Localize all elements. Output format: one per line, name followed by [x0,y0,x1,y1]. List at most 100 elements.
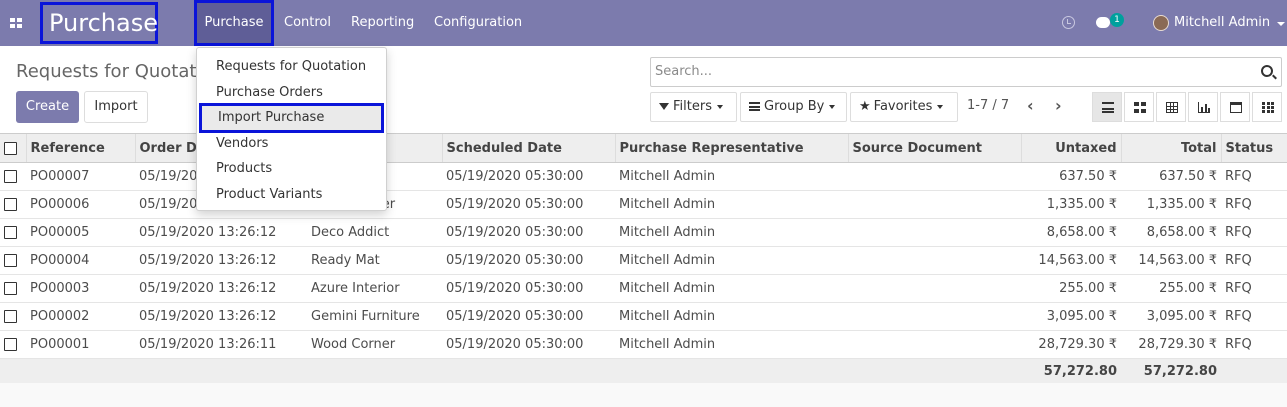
groupby-button[interactable]: Group By [740,92,847,122]
activity-view-button[interactable] [1252,92,1282,122]
col-header-scheduled-date[interactable]: Scheduled Date [441,133,615,163]
avatar[interactable] [1153,15,1169,31]
dropdown-item-import-purchase[interactable]: Import Purchase [199,103,384,133]
cell-order-date: 05/19/2020 13:26:12 [135,274,307,303]
row-checkbox[interactable] [4,310,17,323]
row-checkbox[interactable] [4,338,17,351]
filters-button[interactable]: Filters [650,92,737,122]
cell-source-document [848,162,1021,191]
cell-order-date: 05/19/2020 13:26:12 [135,218,307,247]
cell-source-document [848,246,1021,275]
dropdown-item-rfq[interactable]: Requests for Quotation [197,55,386,79]
cell-representative: Mitchell Admin [615,190,848,219]
row-checkbox[interactable] [4,198,17,211]
table-row[interactable]: PO00005 05/19/2020 13:26:12 Deco Addict 05/… [0,218,1287,247]
row-checkbox[interactable] [4,170,17,183]
pager-value[interactable]: 1-7 / 7 [967,98,1009,113]
list-icon [1102,102,1114,113]
filters-label: Filters [673,99,712,114]
menu-configuration[interactable]: Configuration [434,0,522,46]
cell-status: RFQ [1221,190,1287,219]
rfq-list-table: Reference Order Date Vendor Scheduled Da… [0,133,1287,385]
funnel-icon [659,103,669,110]
cell-untaxed: 14,563.00 ₹ [1021,246,1121,275]
top-navbar: Purchase Purchase Control Reporting Conf… [0,0,1287,46]
row-select-cell [0,246,26,275]
table-row[interactable]: PO00004 05/19/2020 13:26:12 Ready Mat 05/19… [0,246,1287,275]
import-button[interactable]: Import [84,91,148,123]
dropdown-item-vendors[interactable]: Vendors [197,132,386,156]
list-view-button[interactable] [1092,92,1122,122]
cell-scheduled-date: 05/19/2020 05:30:00 [442,274,615,303]
calendar-view-button[interactable] [1220,92,1250,122]
cell-vendor: Azure Interior [307,274,442,303]
select-all-checkbox[interactable] [4,141,17,155]
cell-untaxed: 3,095.00 ₹ [1021,302,1121,331]
graph-view-button[interactable] [1188,92,1218,122]
kanban-view-button[interactable] [1124,92,1154,122]
dropdown-item-purchase-orders[interactable]: Purchase Orders [197,81,386,105]
activity-clock-icon[interactable] [1062,16,1075,29]
menu-control[interactable]: Control [284,0,331,46]
apps-menu-icon[interactable] [10,18,22,28]
cell-status: RFQ [1221,302,1287,331]
cell-total: 8,658.00 ₹ [1121,218,1221,247]
cell-representative: Mitchell Admin [615,246,848,275]
cell-representative: Mitchell Admin [615,330,848,359]
chat-icon[interactable] [1096,17,1110,28]
cell-source-document [848,190,1021,219]
row-checkbox[interactable] [4,282,17,295]
total-untaxed: 57,272.80 [1021,358,1121,385]
cell-scheduled-date: 05/19/2020 05:30:00 [442,302,615,331]
total-amount: 57,272.80 [1121,358,1221,385]
dropdown-item-product-variants[interactable]: Product Variants [197,183,386,207]
cell-scheduled-date: 05/19/2020 05:30:00 [442,218,615,247]
page-title: Requests for Quotation [16,61,224,82]
cell-vendor: Gemini Furniture [307,302,442,331]
caret-down-icon [829,104,836,109]
col-header-source-document[interactable]: Source Document [847,133,1021,163]
cell-total: 637.50 ₹ [1121,162,1221,191]
star-icon: ★ [859,99,871,114]
menu-purchase[interactable]: Purchase [194,0,274,46]
cell-representative: Mitchell Admin [615,274,848,303]
cell-source-document [848,274,1021,303]
row-select-cell [0,274,26,303]
row-select-cell [0,302,26,331]
create-button[interactable]: Create [16,91,79,123]
table-row[interactable]: PO0000705/19/2020 13:26:1205/19/2020 05:… [0,162,1287,191]
search-icon[interactable] [1261,65,1273,77]
cell-order-date: 05/19/2020 13:26:12 [135,302,307,331]
search-input[interactable] [655,64,1245,79]
chevron-down-icon[interactable] [1277,22,1285,26]
row-checkbox[interactable] [4,254,17,267]
favorites-label: Favorites [873,99,933,114]
col-header-total[interactable]: Total [1120,133,1221,163]
cell-reference: PO00003 [26,274,135,303]
cell-scheduled-date: 05/19/2020 05:30:00 [442,162,615,191]
table-row[interactable]: PO00003 05/19/2020 13:26:12 Azure Interior… [0,274,1287,303]
col-header-reference[interactable]: Reference [25,133,135,163]
pager-previous-icon[interactable]: ‹ [1027,98,1034,114]
calendar-icon [1230,102,1242,113]
purchase-dropdown-menu: Requests for Quotation Purchase Orders I… [196,47,387,211]
list-footer-space [0,383,1287,407]
table-row[interactable]: PO00001 05/19/2020 13:26:11 Wood Corner 05/… [0,330,1287,359]
table-row[interactable]: PO00002 05/19/2020 13:26:12 Gemini Furnitu… [0,302,1287,331]
pivot-view-button[interactable] [1156,92,1186,122]
cell-vendor: Ready Mat [307,246,442,275]
totals-row: 57,272.80 57,272.80 [0,358,1287,385]
table-row[interactable]: PO0000605/19/2020 13:26:12Wood Corner05/… [0,190,1287,219]
col-header-status[interactable]: Status [1220,133,1287,163]
col-header-representative[interactable]: Purchase Representative [614,133,848,163]
row-checkbox[interactable] [4,226,17,239]
user-menu[interactable]: Mitchell Admin [1174,0,1270,46]
pager-next-icon[interactable]: › [1055,98,1062,114]
menu-reporting[interactable]: Reporting [351,0,414,46]
groupby-label: Group By [764,99,825,114]
dropdown-item-products[interactable]: Products [197,157,386,181]
col-header-untaxed[interactable]: Untaxed [1020,133,1121,163]
row-select-cell [0,218,26,247]
favorites-button[interactable]: ★ Favorites [850,92,958,122]
app-brand[interactable]: Purchase [40,2,158,44]
